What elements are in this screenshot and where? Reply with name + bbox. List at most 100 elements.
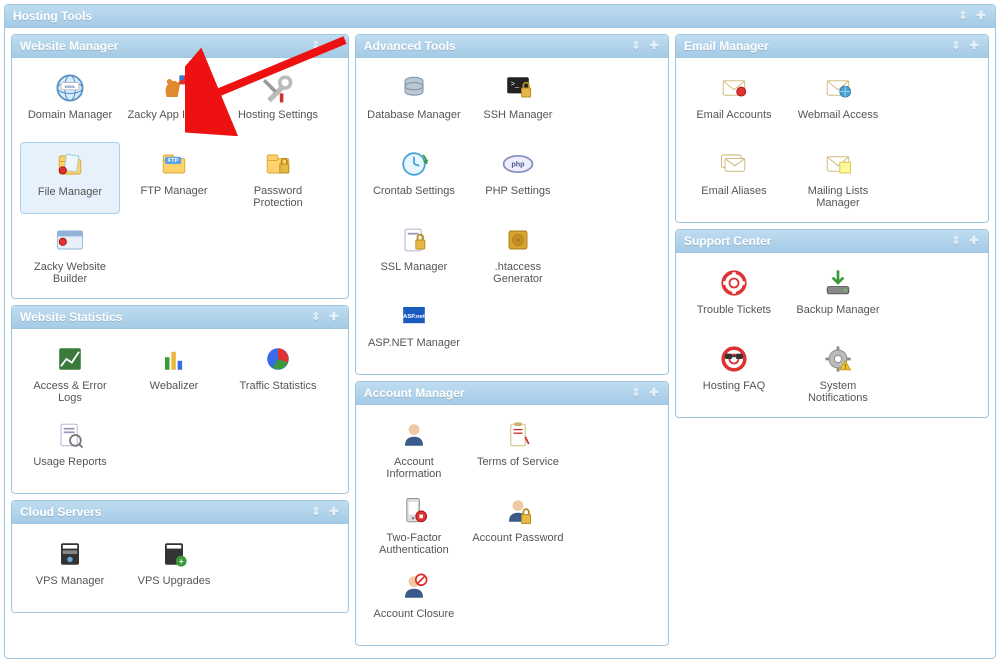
webalizer[interactable]: Webalizer <box>124 337 224 409</box>
database-manager[interactable]: Database Manager <box>364 66 464 138</box>
collapse-icon[interactable]: ⇕ <box>957 10 969 22</box>
advanced-tools-panel: Advanced Tools ⇕ ✚ Database Manager SSH Mana… <box>355 34 669 375</box>
tool-label: System Notifications <box>790 380 886 404</box>
traffic-statistics[interactable]: Traffic Statistics <box>228 337 328 409</box>
folder-files-icon <box>50 147 90 183</box>
expand-icon[interactable]: ✚ <box>968 235 980 247</box>
website-manager-panel: Website Manager ⇕ ✚ Domain Manager Zacky App… <box>11 34 349 299</box>
vps-upgrades[interactable]: VPS Upgrades <box>124 532 224 604</box>
expand-icon[interactable]: ✚ <box>328 40 340 52</box>
zacky-website-builder[interactable]: Zacky Website Builder <box>20 218 120 290</box>
account-information[interactable]: Account Information <box>364 413 464 485</box>
php-settings[interactable]: PHP Settings <box>468 142 568 214</box>
usage-reports[interactable]: Usage Reports <box>20 413 120 485</box>
trouble-tickets[interactable]: Trouble Tickets <box>684 261 784 333</box>
mailing-lists-manager[interactable]: Mailing Lists Manager <box>788 142 888 214</box>
tool-label: Account Information <box>366 456 462 480</box>
hosting-settings[interactable]: Hosting Settings <box>228 66 328 138</box>
system-notifications[interactable]: System Notifications <box>788 337 888 409</box>
vps-manager[interactable]: VPS Manager <box>20 532 120 604</box>
collapse-icon[interactable]: ⇕ <box>630 40 642 52</box>
database-icon <box>394 70 434 106</box>
collapse-icon[interactable]: ⇕ <box>950 235 962 247</box>
hosting-tools-title: Hosting Tools <box>13 9 92 23</box>
collapse-icon[interactable]: ⇕ <box>310 311 322 323</box>
file-manager[interactable]: File Manager <box>20 142 120 214</box>
cloud-servers-header: Cloud Servers⇕✚ <box>12 501 348 524</box>
terms-of-service[interactable]: Terms of Service <box>468 413 568 485</box>
tool-label: VPS Manager <box>36 575 104 587</box>
tool-label: Domain Manager <box>28 109 112 121</box>
wrench-screwdriver-icon <box>258 70 298 106</box>
account-manager-panel: Account Manager⇕✚Account InformationTerm… <box>355 381 669 646</box>
tool-label: Hosting Settings <box>238 109 318 121</box>
backup-manager[interactable]: Backup Manager <box>788 261 888 333</box>
clipboard-icon <box>498 417 538 453</box>
email-aliases[interactable]: Email Aliases <box>684 142 784 214</box>
ssl-manager[interactable]: SSL Manager <box>364 218 464 290</box>
safe-icon <box>498 222 538 258</box>
hosting-tools-panel: Hosting Tools ⇕ ✚ Website Manager ⇕ ✚ Domai… <box>4 4 996 659</box>
email-accounts[interactable]: Email Accounts <box>684 66 784 138</box>
account-manager-header: Account Manager⇕✚ <box>356 382 668 405</box>
panel-title: Email Manager <box>684 39 769 53</box>
collapse-icon[interactable]: ⇕ <box>630 387 642 399</box>
folder-lock-icon <box>258 146 298 182</box>
two-factor-auth[interactable]: Two-Factor Authentication <box>364 489 464 561</box>
tool-label: VPS Upgrades <box>138 575 211 587</box>
support-center-header: Support Center⇕✚ <box>676 230 988 253</box>
page-lock-icon <box>394 222 434 258</box>
advanced-tools-header: Advanced Tools ⇕ ✚ <box>356 35 668 58</box>
account-password[interactable]: Account Password <box>468 489 568 561</box>
tool-label: PHP Settings <box>485 185 550 197</box>
hosting-tools-header: Hosting Tools ⇕ ✚ <box>5 5 995 28</box>
collapse-icon[interactable]: ⇕ <box>310 40 322 52</box>
pie-chart-icon <box>258 341 298 377</box>
user-block-icon <box>394 569 434 605</box>
ftp-manager[interactable]: FTP Manager <box>124 142 224 214</box>
lifebuoy-icon <box>714 265 754 301</box>
user-suit-icon <box>394 417 434 453</box>
collapse-icon[interactable]: ⇕ <box>310 506 322 518</box>
chart-arrow-icon <box>50 341 90 377</box>
panel-title: Website Manager <box>20 39 118 53</box>
expand-icon[interactable]: ✚ <box>328 506 340 518</box>
tool-label: Usage Reports <box>33 456 106 468</box>
collapse-icon[interactable]: ⇕ <box>950 40 962 52</box>
tool-label: Webmail Access <box>798 109 879 121</box>
aspnet-icon <box>394 298 434 334</box>
tool-label: Backup Manager <box>796 304 879 316</box>
cloud-servers-panel: Cloud Servers⇕✚VPS ManagerVPS Upgrades <box>11 500 349 613</box>
webmail-access[interactable]: Webmail Access <box>788 66 888 138</box>
panel-title: Advanced Tools <box>364 39 456 53</box>
user-lock-icon <box>498 493 538 529</box>
tool-label: Account Closure <box>374 608 455 620</box>
zacky-app-installer[interactable]: Zacky App Installer <box>124 66 224 138</box>
report-magnify-icon <box>50 417 90 453</box>
password-protection[interactable]: Password Protection <box>228 142 328 214</box>
crontab-settings[interactable]: Crontab Settings <box>364 142 464 214</box>
tool-label: Email Aliases <box>701 185 766 197</box>
ftp-folder-icon <box>154 146 194 182</box>
phone-lock-icon <box>394 493 434 529</box>
expand-icon[interactable]: ✚ <box>975 10 987 22</box>
tool-label: Terms of Service <box>477 456 559 468</box>
tool-label: .htaccess Generator <box>470 261 566 285</box>
expand-icon[interactable]: ✚ <box>968 40 980 52</box>
access-error-logs[interactable]: Access & Error Logs <box>20 337 120 409</box>
account-closure[interactable]: Account Closure <box>364 565 464 637</box>
hosting-faq[interactable]: Hosting FAQ <box>684 337 784 409</box>
tool-label: Two-Factor Authentication <box>366 532 462 556</box>
expand-icon[interactable]: ✚ <box>328 311 340 323</box>
expand-icon[interactable]: ✚ <box>648 40 660 52</box>
aspnet-manager[interactable]: ASP.NET Manager <box>364 294 464 366</box>
tool-label: Database Manager <box>367 109 461 121</box>
expand-icon[interactable]: ✚ <box>648 387 660 399</box>
domain-manager[interactable]: Domain Manager <box>20 66 120 138</box>
email-manager-panel: Email Manager ⇕ ✚ Email Accounts Webmail Acc… <box>675 34 989 223</box>
ssh-manager[interactable]: SSH Manager <box>468 66 568 138</box>
htaccess-generator[interactable]: .htaccess Generator <box>468 218 568 290</box>
clock-refresh-icon <box>394 146 434 182</box>
website-manager-header: Website Manager ⇕ ✚ <box>12 35 348 58</box>
envelope-stack-icon <box>714 146 754 182</box>
